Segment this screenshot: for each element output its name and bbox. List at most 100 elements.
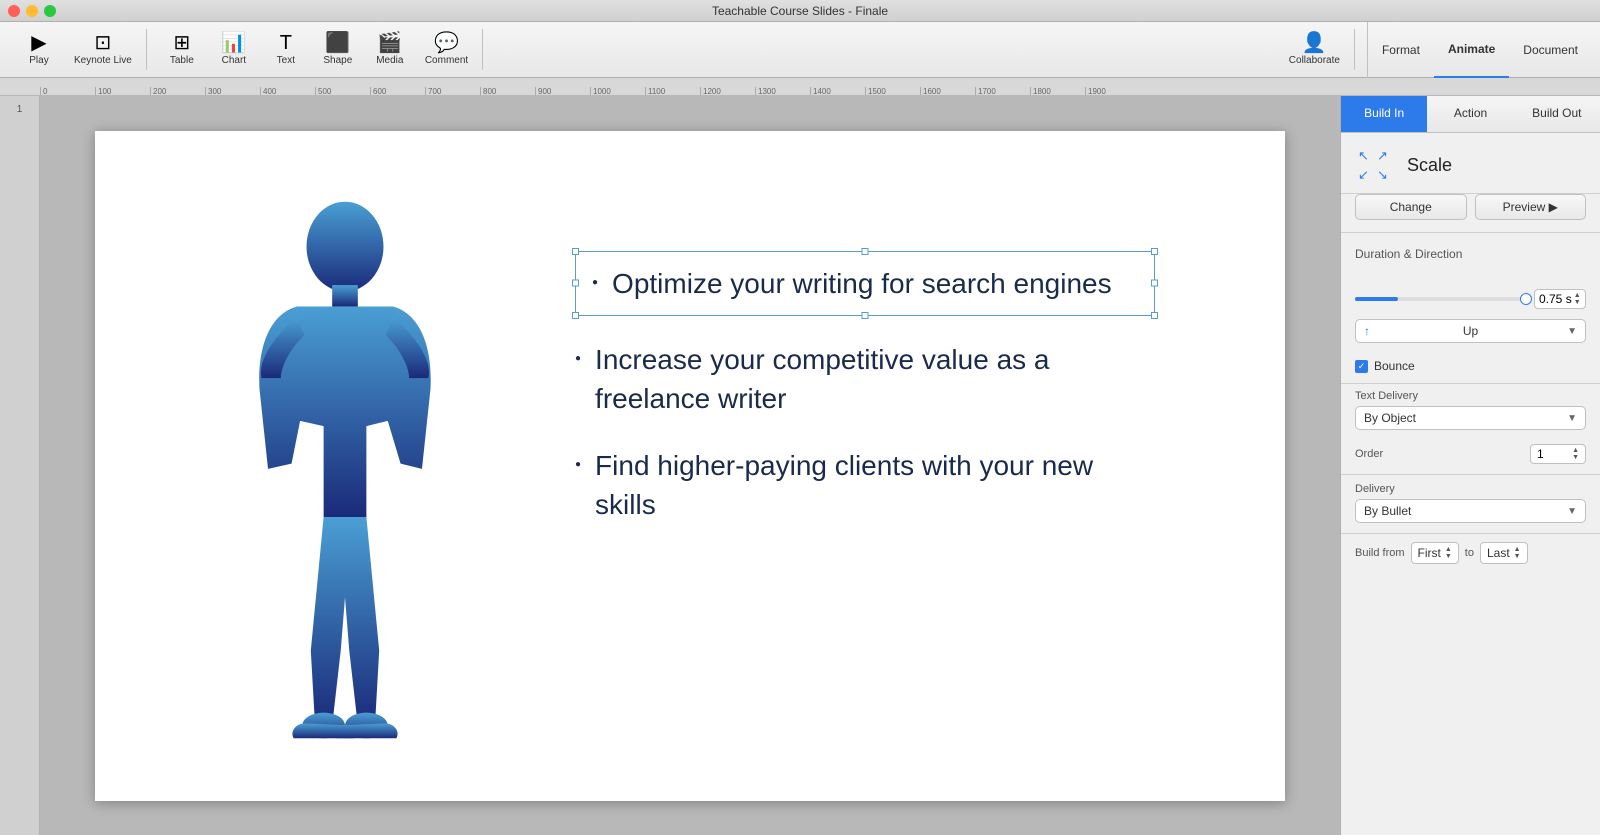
text-delivery-label: Text Delivery <box>1355 390 1586 402</box>
build-end-decrement[interactable]: ▼ <box>1514 553 1521 560</box>
text-delivery-chevron-icon: ▼ <box>1567 413 1577 424</box>
left-sidebar: 1 <box>0 96 40 835</box>
duration-decrement[interactable]: ▼ <box>1574 299 1581 306</box>
bullet-area: ● Optimize your writing for search engin… <box>575 251 1155 549</box>
slider-thumb[interactable] <box>1520 293 1532 305</box>
duration-title: Duration & Direction <box>1355 247 1586 261</box>
preview-button[interactable]: Preview ▶ <box>1475 194 1587 220</box>
table-icon: ⊞ <box>173 33 190 53</box>
minimize-button[interactable] <box>26 5 38 17</box>
ruler-mark: 600 <box>370 87 425 95</box>
selection-handle-tl[interactable] <box>572 248 579 255</box>
order-spinner[interactable]: ▲ ▼ <box>1572 447 1579 461</box>
ruler-mark: 1000 <box>590 87 645 95</box>
document-tab[interactable]: Document <box>1509 22 1592 78</box>
build-from-end: Last <box>1487 546 1510 560</box>
build-tabs: Build In Action Build Out <box>1341 96 1600 133</box>
change-preview-row: Change Preview ▶ <box>1341 194 1600 233</box>
animation-type-label: Scale <box>1407 155 1452 176</box>
build-out-tab[interactable]: Build Out <box>1514 96 1600 132</box>
change-button[interactable]: Change <box>1355 194 1467 220</box>
build-from-label: Build from <box>1355 547 1405 559</box>
bounce-checkbox[interactable] <box>1355 360 1368 373</box>
build-start-increment[interactable]: ▲ <box>1445 546 1452 553</box>
chart-button[interactable]: 📊 Chart <box>209 29 259 70</box>
selection-handle-mr[interactable] <box>1151 280 1158 287</box>
build-from-start-select[interactable]: First ▲ ▼ <box>1411 542 1459 564</box>
collaborate-button[interactable]: 👤 Collaborate <box>1281 29 1348 70</box>
maximize-button[interactable] <box>44 5 56 17</box>
ruler-mark: 1800 <box>1030 87 1085 95</box>
order-value: 1 <box>1537 447 1544 461</box>
build-end-increment[interactable]: ▲ <box>1514 546 1521 553</box>
animation-type-header: ↖ ↗ ↙ ↘ Scale <box>1341 133 1600 194</box>
toolbar: ▶ Play ⊡ Keynote Live ⊞ Table 📊 Chart T … <box>0 22 1600 78</box>
bullet-item-2[interactable]: ● Increase your competitive value as a f… <box>575 336 1155 422</box>
playback-group: ▶ Play ⊡ Keynote Live <box>8 29 147 70</box>
selection-handle-tr[interactable] <box>1151 248 1158 255</box>
scale-arrow-br: ↘ <box>1374 166 1391 183</box>
delivery-chevron-icon: ▼ <box>1567 506 1577 517</box>
selection-handle-br[interactable] <box>1151 312 1158 319</box>
comment-button[interactable]: 💬 Comment <box>417 29 476 70</box>
order-decrement[interactable]: ▼ <box>1572 454 1579 461</box>
ruler-mark: 0 <box>40 87 95 95</box>
selection-handle-ml[interactable] <box>572 280 579 287</box>
play-icon: ▶ <box>31 33 46 53</box>
collaborate-icon: 👤 <box>1302 33 1327 53</box>
order-increment[interactable]: ▲ <box>1572 447 1579 454</box>
build-from-row: Build from First ▲ ▼ to Last ▲ ▼ <box>1341 534 1600 574</box>
media-icon: 🎬 <box>377 33 402 53</box>
bullet-dot-2: ● <box>575 352 581 366</box>
text-delivery-select[interactable]: By Object ▼ <box>1355 406 1586 430</box>
direction-select[interactable]: ↑ Up ▼ <box>1355 319 1586 343</box>
right-panel: Build In Action Build Out ↖ ↗ ↙ ↘ Scale … <box>1340 96 1600 835</box>
ruler-mark: 1300 <box>755 87 810 95</box>
direction-arrow-icon: ↑ <box>1364 324 1370 338</box>
build-in-tab[interactable]: Build In <box>1341 96 1427 132</box>
ruler-mark: 900 <box>535 87 590 95</box>
collaborate-group: 👤 Collaborate <box>1275 29 1355 70</box>
bounce-label: Bounce <box>1374 359 1415 373</box>
build-from-start-spinner[interactable]: ▲ ▼ <box>1445 546 1452 560</box>
text-delivery-section: Text Delivery By Object ▼ <box>1341 384 1600 438</box>
bullet-dot-3: ● <box>575 458 581 472</box>
action-tab[interactable]: Action <box>1427 96 1513 132</box>
direction-row: ↑ Up ▼ <box>1341 319 1600 353</box>
selection-handle-bl[interactable] <box>572 312 579 319</box>
build-end-spinner[interactable]: ▲ ▼ <box>1514 546 1521 560</box>
table-button[interactable]: ⊞ Table <box>157 29 207 70</box>
canvas-area[interactable]: ● Optimize your writing for search engin… <box>40 96 1340 835</box>
format-tab[interactable]: Format <box>1368 22 1434 78</box>
keynote-live-button[interactable]: ⊡ Keynote Live <box>66 29 140 70</box>
selection-handle-bm[interactable] <box>862 312 869 319</box>
play-button[interactable]: ▶ Play <box>14 29 64 70</box>
duration-slider[interactable] <box>1355 297 1526 301</box>
slide-number: 1 <box>17 104 23 115</box>
media-button[interactable]: 🎬 Media <box>365 29 415 70</box>
bullet-text-3: ● Find higher-paying clients with your n… <box>575 446 1155 524</box>
delivery-value: By Bullet <box>1364 504 1411 518</box>
animate-tab[interactable]: Animate <box>1434 22 1509 78</box>
build-start-decrement[interactable]: ▼ <box>1445 553 1452 560</box>
bullet-dot-1: ● <box>592 276 598 290</box>
bullet-item-selected[interactable]: ● Optimize your writing for search engin… <box>575 251 1155 316</box>
selection-handle-tm[interactable] <box>862 248 869 255</box>
ruler: 0 100 200 300 400 500 600 700 800 900 10… <box>0 78 1600 96</box>
order-input[interactable]: 1 ▲ ▼ <box>1530 444 1586 464</box>
duration-section: Duration & Direction <box>1341 233 1600 279</box>
duration-increment[interactable]: ▲ <box>1574 292 1581 299</box>
bullet-item-3[interactable]: ● Find higher-paying clients with your n… <box>575 442 1155 528</box>
close-button[interactable] <box>8 5 20 17</box>
delivery-select[interactable]: By Bullet ▼ <box>1355 499 1586 523</box>
duration-spinner[interactable]: ▲ ▼ <box>1574 292 1581 306</box>
scale-arrow-tr: ↗ <box>1374 147 1391 164</box>
order-row: Order 1 ▲ ▼ <box>1341 438 1600 475</box>
chart-icon: 📊 <box>221 33 246 53</box>
ruler-mark: 1500 <box>865 87 920 95</box>
bullet-text-2: ● Increase your competitive value as a f… <box>575 340 1155 418</box>
slide-canvas: ● Optimize your writing for search engin… <box>95 131 1285 801</box>
build-from-end-select[interactable]: Last ▲ ▼ <box>1480 542 1528 564</box>
shape-button[interactable]: ⬛ Shape <box>313 29 363 70</box>
text-button[interactable]: T Text <box>261 29 311 70</box>
